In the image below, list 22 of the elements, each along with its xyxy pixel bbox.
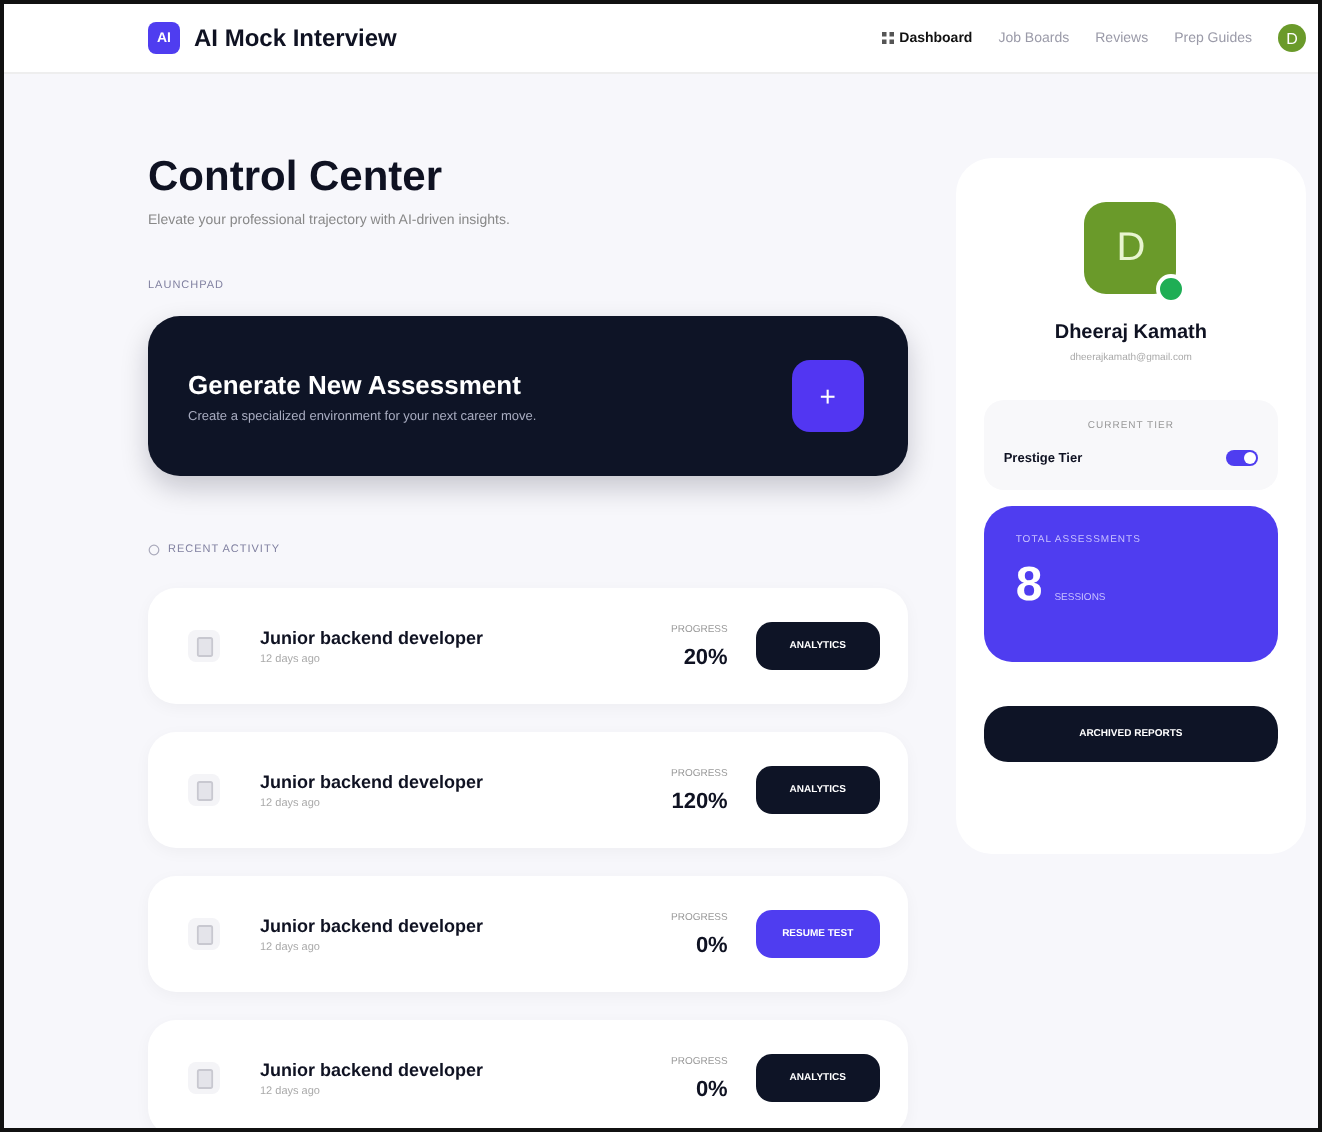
document-icon [188,918,220,950]
progress-value: 0% [695,1077,728,1101]
progress-value: 20% [683,645,728,669]
app-title: AI Mock Interview [194,24,397,52]
stats-value: 8 [1015,562,1043,610]
tier-toggle[interactable] [1226,450,1258,466]
profile-avatar: D [1084,202,1177,294]
document-icon [188,774,220,806]
interview-title: Junior backend developer [260,915,486,935]
interview-title: Junior backend developer [260,627,486,647]
page-title: Control Center [148,154,444,202]
document-icon [188,1062,220,1094]
card-title: Generate New Assessment [188,369,523,399]
user-name: Dheeraj Kamath [1054,322,1207,344]
interview-title: Junior backend developer [260,771,486,791]
document-icon [188,630,220,662]
clock-icon [148,544,160,556]
progress-value: 120% [671,789,728,813]
add-button[interactable]: + [791,360,864,432]
progress-value: 0% [695,933,728,957]
grid-icon [881,32,894,44]
interview-title: Junior backend developer [260,1059,486,1079]
